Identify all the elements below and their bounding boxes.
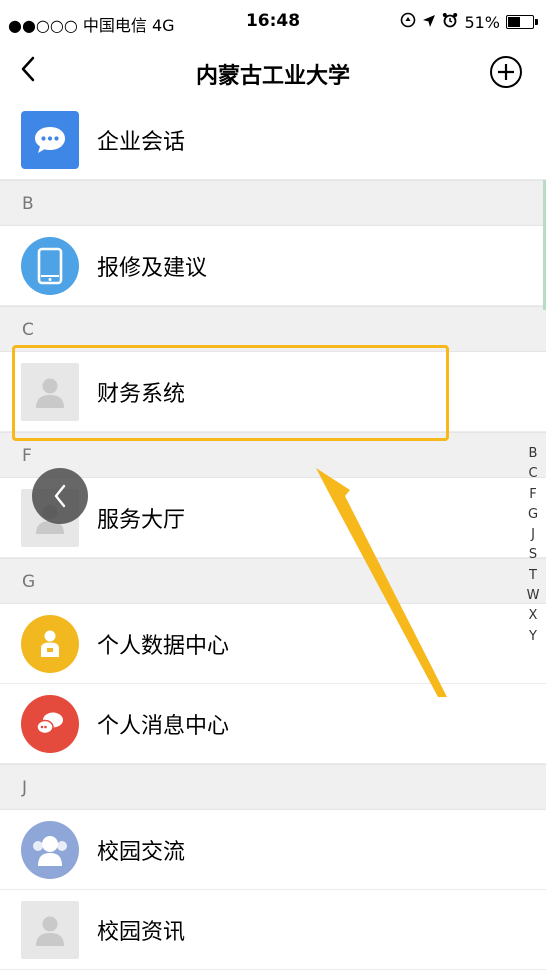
alphabet-index-bar[interactable]: BCFGJSTWXY (526, 444, 540, 647)
index-letter[interactable]: F (529, 485, 536, 505)
chevron-left-icon (54, 484, 66, 508)
index-letter[interactable]: X (529, 606, 538, 626)
index-letter[interactable]: G (528, 505, 538, 525)
index-letter[interactable]: Y (529, 627, 537, 647)
index-letter[interactable]: J (531, 525, 535, 545)
index-letter[interactable]: T (529, 566, 537, 586)
index-letter[interactable]: B (529, 444, 538, 464)
index-letter[interactable]: S (529, 545, 537, 565)
floating-back-button[interactable] (32, 468, 88, 524)
index-letter[interactable]: W (527, 586, 540, 606)
index-letter[interactable]: C (528, 464, 537, 484)
